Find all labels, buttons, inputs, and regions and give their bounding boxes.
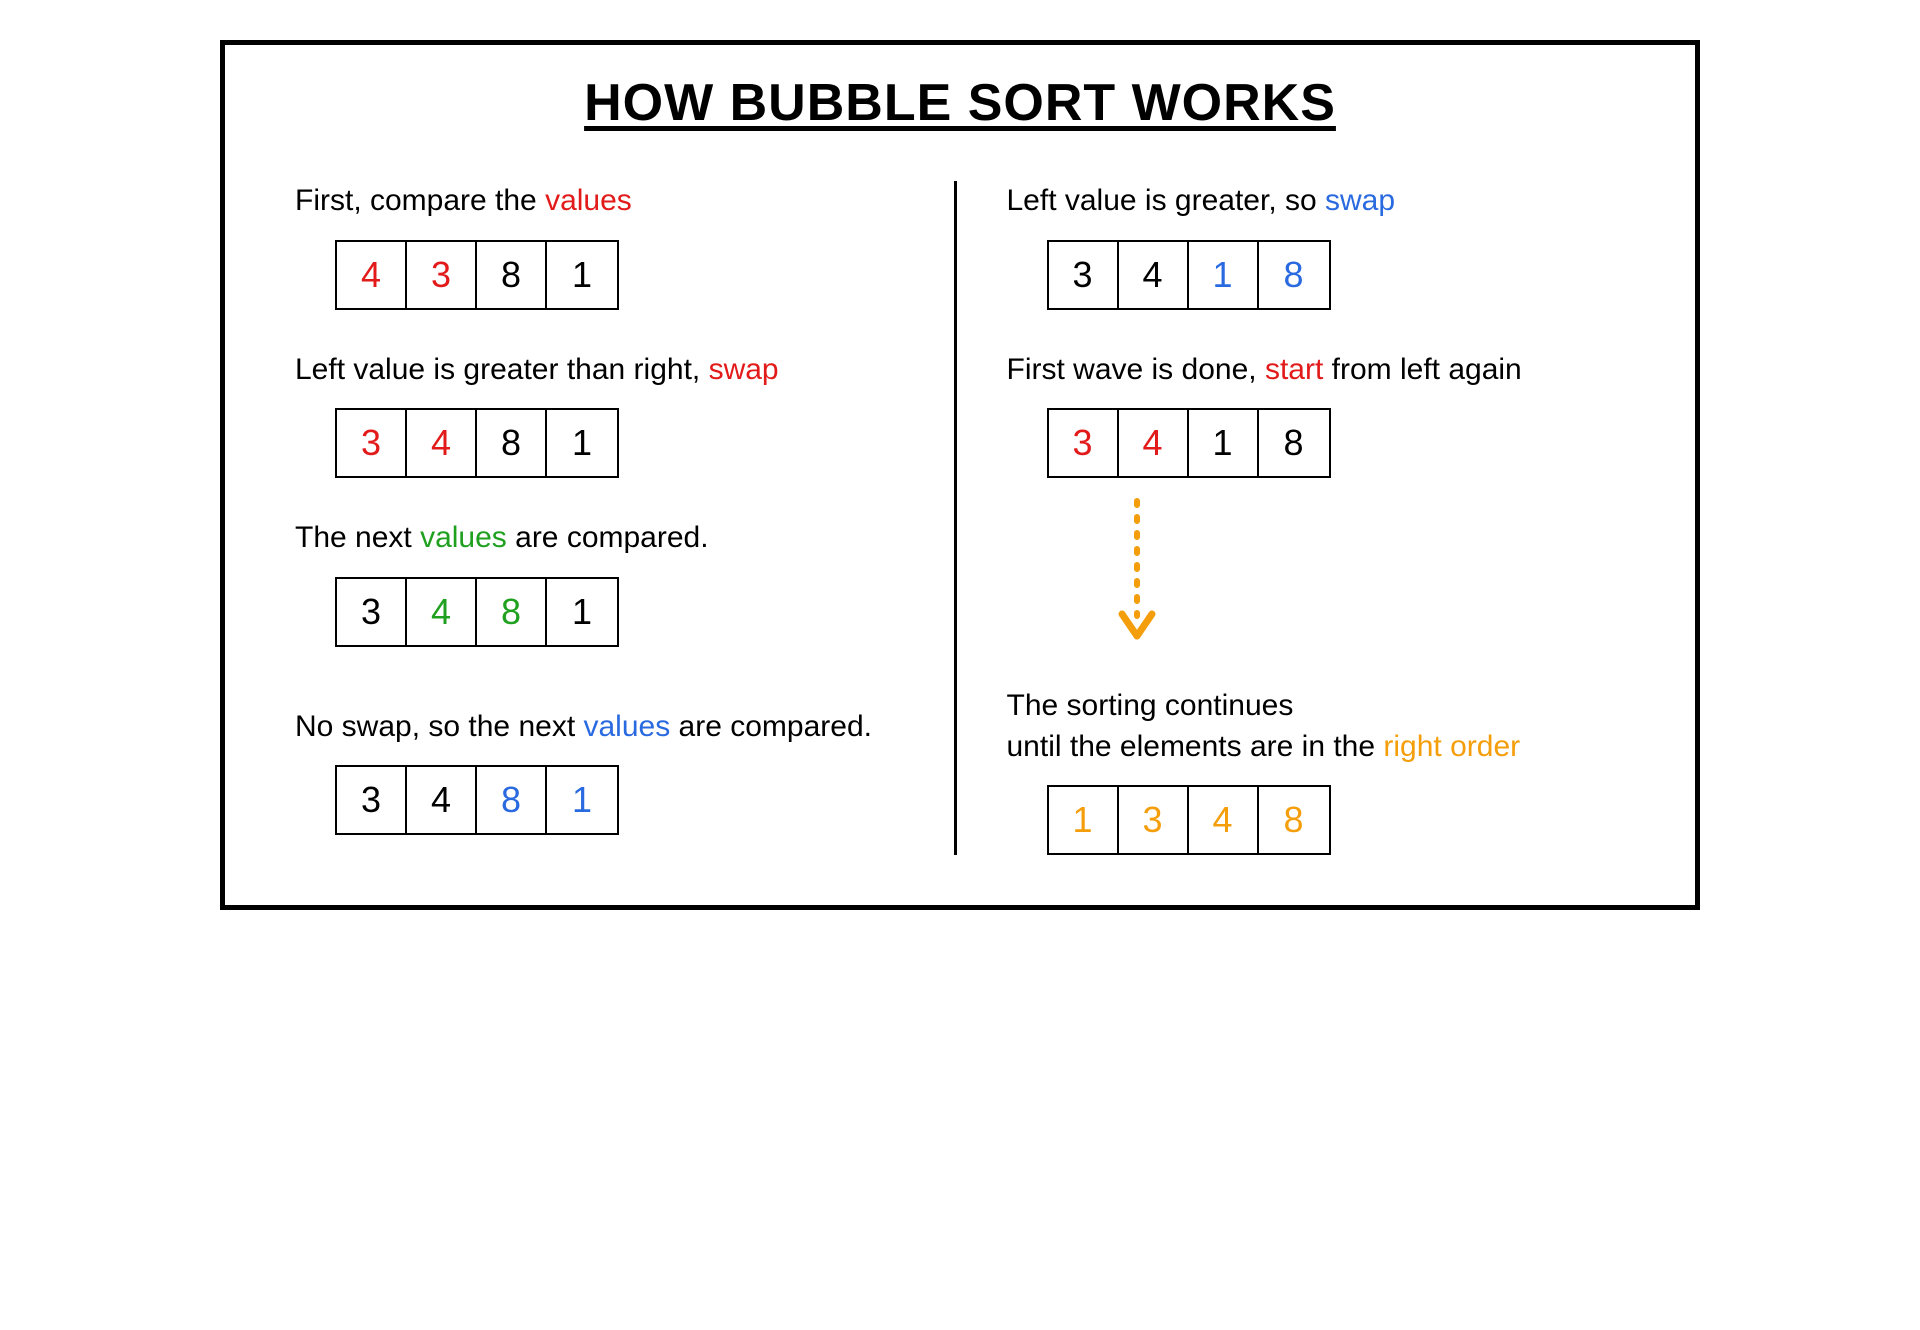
cell: 8 [1259, 787, 1329, 853]
highlight: values [545, 184, 632, 217]
cell: 1 [547, 767, 617, 833]
cell: 1 [547, 410, 617, 476]
arrow-down-icon [1117, 496, 1157, 646]
step-2-caption: Left value is greater than right, swap [295, 350, 914, 391]
step-7-caption: The sorting continues until the elements… [1007, 686, 1626, 767]
step-7: The sorting continues until the elements… [1007, 686, 1626, 855]
array-3: 3 4 8 1 [335, 577, 619, 647]
array-4: 3 4 8 1 [335, 765, 619, 835]
text: from left again [1323, 353, 1521, 386]
cell: 4 [407, 767, 477, 833]
array-6: 3 4 1 8 [1047, 408, 1331, 478]
text: No swap, so the next [295, 710, 584, 743]
highlight: right order [1383, 730, 1520, 763]
step-3-caption: The next values are compared. [295, 518, 914, 559]
cell: 4 [1119, 410, 1189, 476]
highlight: swap [709, 353, 779, 386]
array-7: 1 3 4 8 [1047, 785, 1331, 855]
step-3: The next values are compared. 3 4 8 1 [295, 518, 914, 647]
text: The next [295, 521, 420, 554]
continues-arrow [1117, 496, 1626, 646]
array-1: 4 3 8 1 [335, 240, 619, 310]
column-left: First, compare the values 4 3 8 1 Left v… [275, 181, 957, 855]
step-2: Left value is greater than right, swap 3… [295, 350, 914, 479]
cell: 8 [477, 410, 547, 476]
cell: 3 [337, 579, 407, 645]
cell: 8 [477, 242, 547, 308]
text: First, compare the [295, 184, 545, 217]
text: are compared. [507, 521, 709, 554]
text: The sorting continues [1007, 689, 1294, 722]
cell: 4 [1189, 787, 1259, 853]
text: until the elements are in the [1007, 730, 1384, 763]
step-1-caption: First, compare the values [295, 181, 914, 222]
array-2: 3 4 8 1 [335, 408, 619, 478]
cell: 8 [1259, 410, 1329, 476]
text: Left value is greater, so [1007, 184, 1326, 217]
cell: 1 [1049, 787, 1119, 853]
step-6-caption: First wave is done, start from left agai… [1007, 350, 1626, 391]
cell: 3 [1119, 787, 1189, 853]
cell: 4 [407, 410, 477, 476]
diagram-title: HOW BUBBLE SORT WORKS [275, 73, 1645, 133]
step-4: No swap, so the next values are compared… [295, 707, 914, 836]
column-right: Left value is greater, so swap 3 4 1 8 F… [957, 181, 1646, 855]
text: are compared. [670, 710, 872, 743]
cell: 1 [1189, 242, 1259, 308]
step-6: First wave is done, start from left agai… [1007, 350, 1626, 647]
cell: 4 [337, 242, 407, 308]
array-5: 3 4 1 8 [1047, 240, 1331, 310]
highlight: values [420, 521, 507, 554]
cell: 3 [337, 410, 407, 476]
cell: 8 [477, 579, 547, 645]
columns: First, compare the values 4 3 8 1 Left v… [275, 181, 1645, 855]
highlight: swap [1325, 184, 1395, 217]
cell: 8 [477, 767, 547, 833]
cell: 1 [547, 579, 617, 645]
cell: 3 [1049, 410, 1119, 476]
text: Left value is greater than right, [295, 353, 709, 386]
cell: 8 [1259, 242, 1329, 308]
step-4-caption: No swap, so the next values are compared… [295, 707, 914, 748]
text: First wave is done, [1007, 353, 1265, 386]
step-5-caption: Left value is greater, so swap [1007, 181, 1626, 222]
cell: 3 [1049, 242, 1119, 308]
cell: 3 [337, 767, 407, 833]
cell: 1 [547, 242, 617, 308]
cell: 4 [407, 579, 477, 645]
cell: 4 [1119, 242, 1189, 308]
step-5: Left value is greater, so swap 3 4 1 8 [1007, 181, 1626, 310]
diagram-frame: HOW BUBBLE SORT WORKS First, compare the… [220, 40, 1700, 910]
cell: 1 [1189, 410, 1259, 476]
highlight: start [1265, 353, 1323, 386]
highlight: values [584, 710, 671, 743]
step-1: First, compare the values 4 3 8 1 [295, 181, 914, 310]
cell: 3 [407, 242, 477, 308]
